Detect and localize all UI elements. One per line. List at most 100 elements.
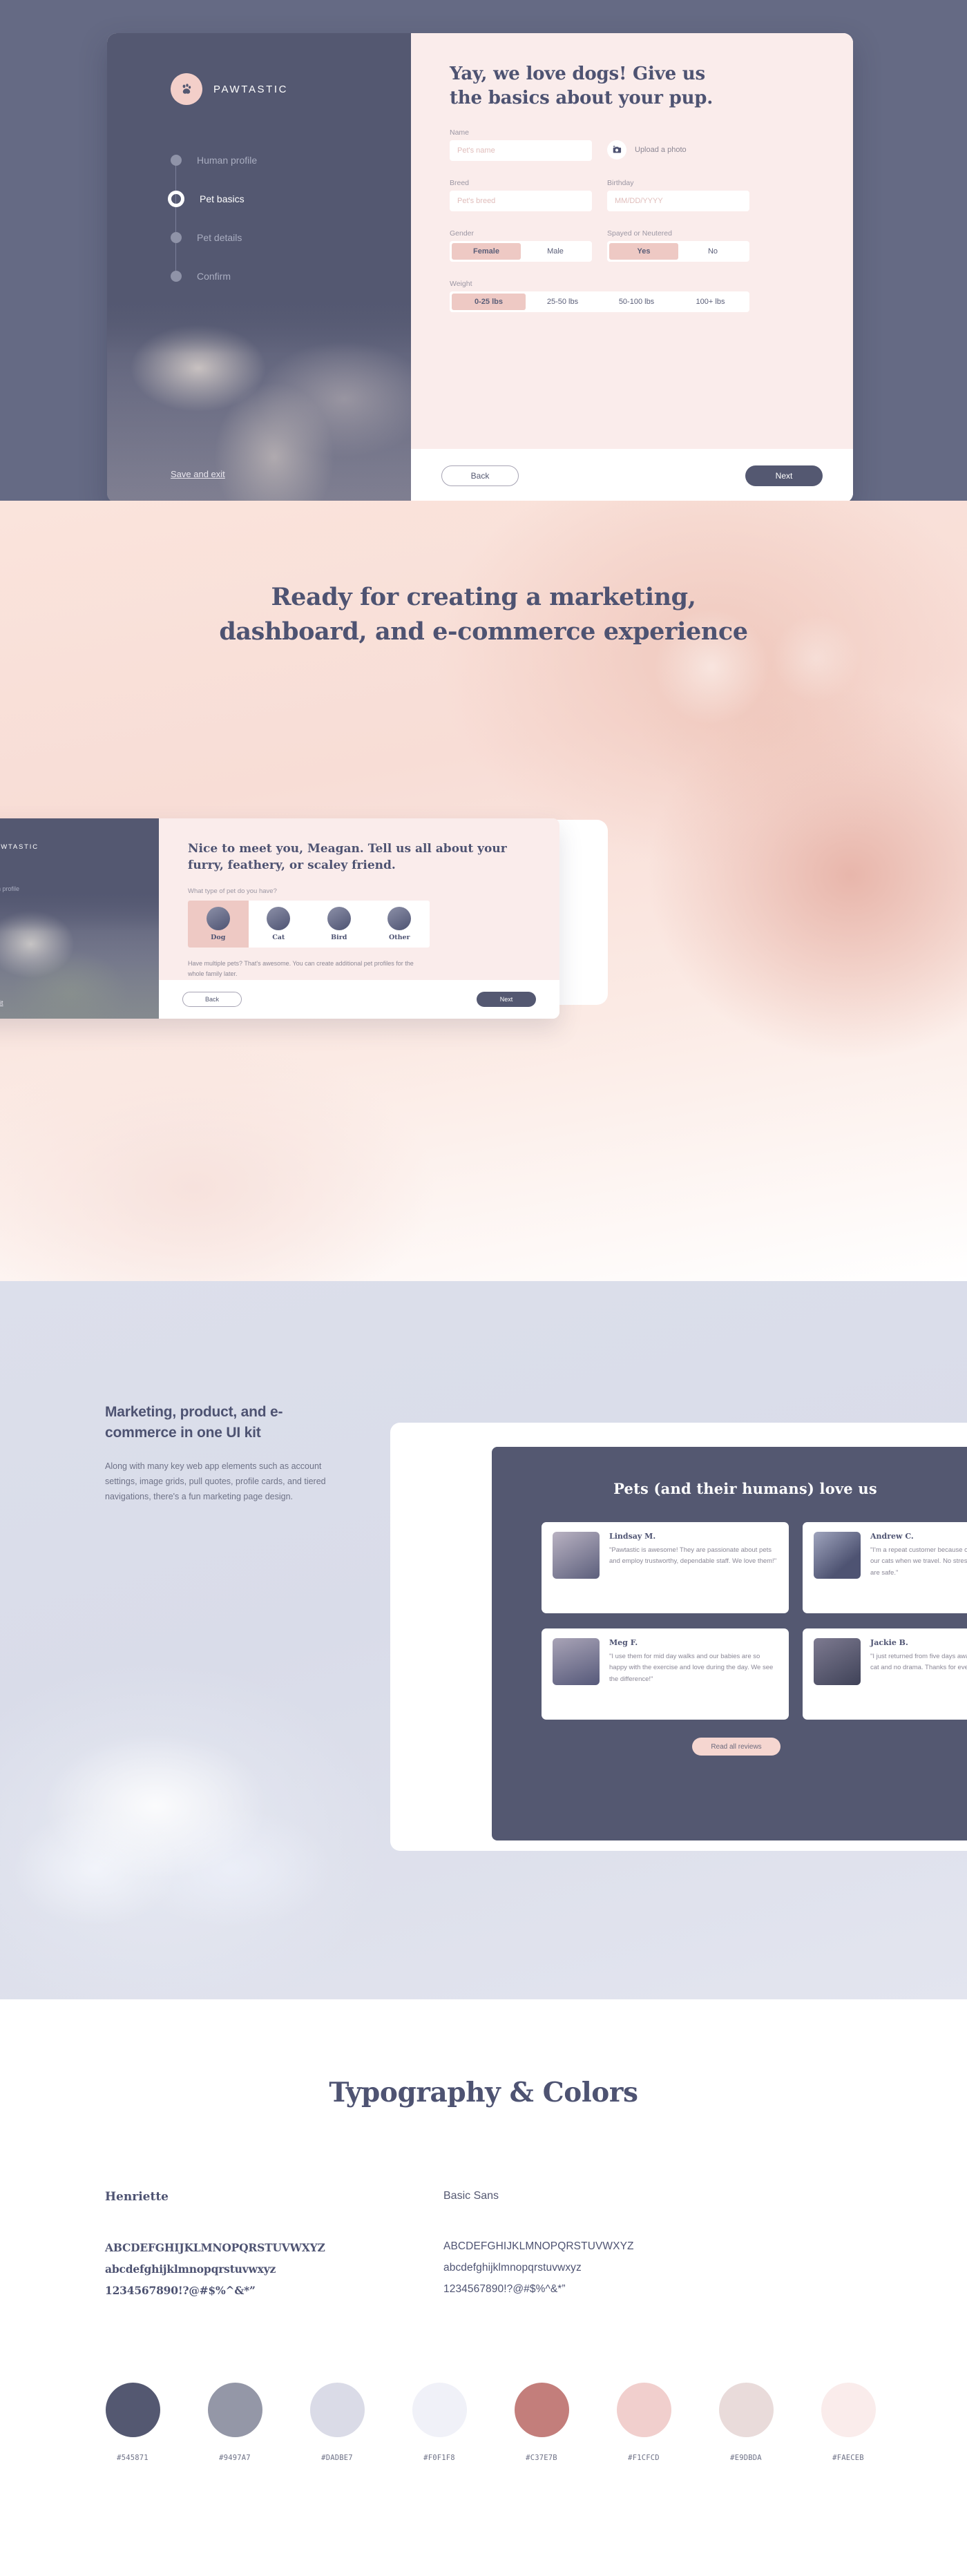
swatch-circle: [514, 2383, 569, 2437]
pink-headline: Ready for creating a marketing, dashboar…: [0, 501, 967, 648]
signup-steps: Human profile Pet basics Pet details Con…: [107, 141, 411, 296]
weight-toggle[interactable]: 0-25 lbs 25-50 lbs 50-100 lbs 100+ lbs: [450, 291, 749, 312]
weight-option-0-25[interactable]: 0-25 lbs: [452, 293, 526, 310]
next-button[interactable]: Next: [477, 992, 536, 1007]
pet-type-main: Nice to meet you, Meagan. Tell us all ab…: [159, 818, 559, 1019]
gender-option-female[interactable]: Female: [452, 242, 521, 260]
step-dot-icon: [168, 191, 184, 207]
review-card: Jackie B. "I just returned from five day…: [803, 1628, 967, 1720]
step-human-profile[interactable]: Human profile: [171, 141, 411, 180]
birthday-field-group: Birthday MM/DD/YYYY: [607, 179, 749, 211]
color-swatch: #FAECEB: [797, 2383, 899, 2462]
step-label: Pet details: [197, 232, 242, 243]
pet-option-label: Other: [388, 934, 410, 942]
hero-section: PAWTASTIC Human profile Pet basics Pet d: [0, 0, 967, 501]
pet-type-title: Nice to meet you, Meagan. Tell us all ab…: [188, 842, 507, 873]
row-gender-fixed: Gender Female Male Spayed or Neutered Ye…: [450, 229, 814, 262]
fixed-field-group: Spayed or Neutered Yes No: [607, 229, 749, 262]
paw-icon: [171, 73, 202, 105]
typography-title: Typography & Colors: [329, 2077, 638, 2108]
pet-option-dog[interactable]: Dog: [188, 901, 249, 948]
swatch-circle: [207, 2383, 262, 2437]
weight-option-100-plus[interactable]: 100+ lbs: [673, 294, 747, 310]
step-pet-basics[interactable]: Pet basics: [168, 180, 411, 218]
gender-option-male[interactable]: Male: [521, 243, 590, 260]
back-button[interactable]: Back: [441, 465, 519, 486]
step-label: Pet basics: [200, 193, 245, 204]
fixed-option-no[interactable]: No: [678, 243, 747, 260]
pink-headline-line2: dashboard, and e-commerce experience: [219, 617, 748, 646]
sidebar-kitten-photo: [0, 894, 159, 1019]
swatch-circle: [105, 2383, 160, 2437]
save-and-exit-link[interactable]: Save and exit: [171, 469, 225, 479]
step-label: Human profile: [0, 885, 20, 892]
font-uppercase: ABCDEFGHIJKLMNOPQRSTUVWXYZ: [443, 2240, 634, 2252]
next-button[interactable]: Next: [745, 465, 823, 486]
weight-option-25-50[interactable]: 25-50 lbs: [526, 294, 600, 310]
reviews-title: Pets (and their humans) love us: [613, 1480, 877, 1497]
name-input[interactable]: Pet's name: [450, 140, 592, 161]
weight-option-50-100[interactable]: 50-100 lbs: [600, 294, 673, 310]
pink-showcase-section: Ready for creating a marketing, dashboar…: [0, 501, 967, 1281]
step-confirm[interactable]: Confirm: [171, 257, 411, 296]
save-and-exit-link[interactable]: Save and exit: [0, 999, 3, 1006]
pet-option-label: Bird: [331, 934, 347, 942]
swatch-circle: [309, 2383, 365, 2437]
swatch-circle: [821, 2383, 876, 2437]
page-root: PAWTASTIC Human profile Pet basics Pet d: [0, 0, 967, 2576]
review-card: Lindsay M. "Pawtastic is awesome! They a…: [542, 1522, 789, 1613]
row-name: Name Pet's name Upload a photo: [450, 128, 814, 161]
reviewer-name: Andrew C.: [870, 1532, 914, 1541]
birthday-input[interactable]: MM/DD/YYYY: [607, 190, 749, 211]
breed-input[interactable]: Pet's breed: [450, 190, 592, 211]
breed-label: Breed: [450, 178, 470, 187]
form-title: Yay, we love dogs! Give us the basics ab…: [450, 64, 714, 108]
upload-photo-control[interactable]: Upload a photo: [607, 140, 687, 161]
back-button[interactable]: Back: [182, 992, 242, 1007]
review-text: "Pawtastic is awesome! They are passiona…: [609, 1546, 777, 1566]
bird-avatar: [327, 907, 351, 931]
pet-option-other[interactable]: Other: [370, 901, 430, 948]
font-glyphs: 1234567890!?@#$%^&*”: [105, 2284, 256, 2297]
breed-field-group: Breed Pet's breed: [450, 179, 592, 211]
camera-plus-icon: [607, 140, 626, 160]
step-pet-details[interactable]: Pet details: [171, 218, 411, 257]
sidebar-dog-photo: [107, 296, 411, 501]
pet-type-picker[interactable]: Dog Cat Bird Other: [188, 901, 430, 948]
reviewer-photo: [553, 1638, 600, 1685]
reviews-panel: Pets (and their humans) love us Lindsay …: [492, 1447, 967, 1840]
font-column-sans: Basic Sans ABCDEFGHIJKLMNOPQRSTUVWXYZ ab…: [443, 2190, 782, 2301]
signup-sidebar: PAWTASTIC Human profile Pet basics Pet d: [107, 33, 411, 501]
cat-avatar: [267, 907, 291, 931]
pet-option-bird[interactable]: Bird: [309, 901, 370, 948]
reviewer-photo: [814, 1638, 861, 1685]
brand-name: PAWTASTIC: [0, 843, 39, 851]
weight-label: Weight: [450, 279, 472, 288]
other-avatar: [387, 907, 412, 931]
swatch-hex: #9497A7: [219, 2454, 251, 2462]
reviews-grid: Lindsay M. "Pawtastic is awesome! They a…: [542, 1522, 967, 1720]
swatch-circle: [412, 2383, 467, 2437]
review-text: "I use them for mid day walks and our ba…: [609, 1653, 774, 1683]
step-dot-icon: [171, 232, 182, 243]
pet-option-label: Cat: [272, 934, 285, 942]
swatch-hex: #F0F1F8: [423, 2454, 455, 2462]
ui-kit-title: Marketing, product, and e-commerce in on…: [105, 1404, 283, 1441]
signup-main: Yay, we love dogs! Give us the basics ab…: [411, 33, 853, 501]
typography-colors-section: Typography & Colors Henriette ABCDEFGHIJ…: [0, 1999, 967, 2576]
swatch-hex: #F1CFCD: [628, 2454, 660, 2462]
pet-option-cat[interactable]: Cat: [249, 901, 309, 948]
signup-card: PAWTASTIC Human profile Pet basics Pet d: [107, 33, 853, 501]
pink-headline-line1: Ready for creating a marketing,: [271, 583, 696, 611]
step-label: Confirm: [197, 271, 231, 282]
review-text: "I just returned from five days away to …: [870, 1653, 967, 1672]
color-swatches: #545871 #9497A7 #DADBE7 #F0F1F8 #C37E7B …: [82, 2383, 967, 2462]
pet-type-question: What type of pet do you have?: [188, 887, 277, 896]
read-all-reviews-button[interactable]: Read all reviews: [692, 1738, 781, 1756]
fixed-option-yes[interactable]: Yes: [609, 242, 678, 260]
review-card: Andrew C. "I'm a repeat customer because…: [803, 1522, 967, 1613]
gender-toggle[interactable]: Female Male: [450, 240, 592, 262]
font-column-serif: Henriette ABCDEFGHIJKLMNOPQRSTUVWXYZ abc…: [105, 2190, 443, 2301]
fixed-toggle[interactable]: Yes No: [607, 240, 749, 262]
pet-basics-form: Yay, we love dogs! Give us the basics ab…: [411, 33, 853, 449]
